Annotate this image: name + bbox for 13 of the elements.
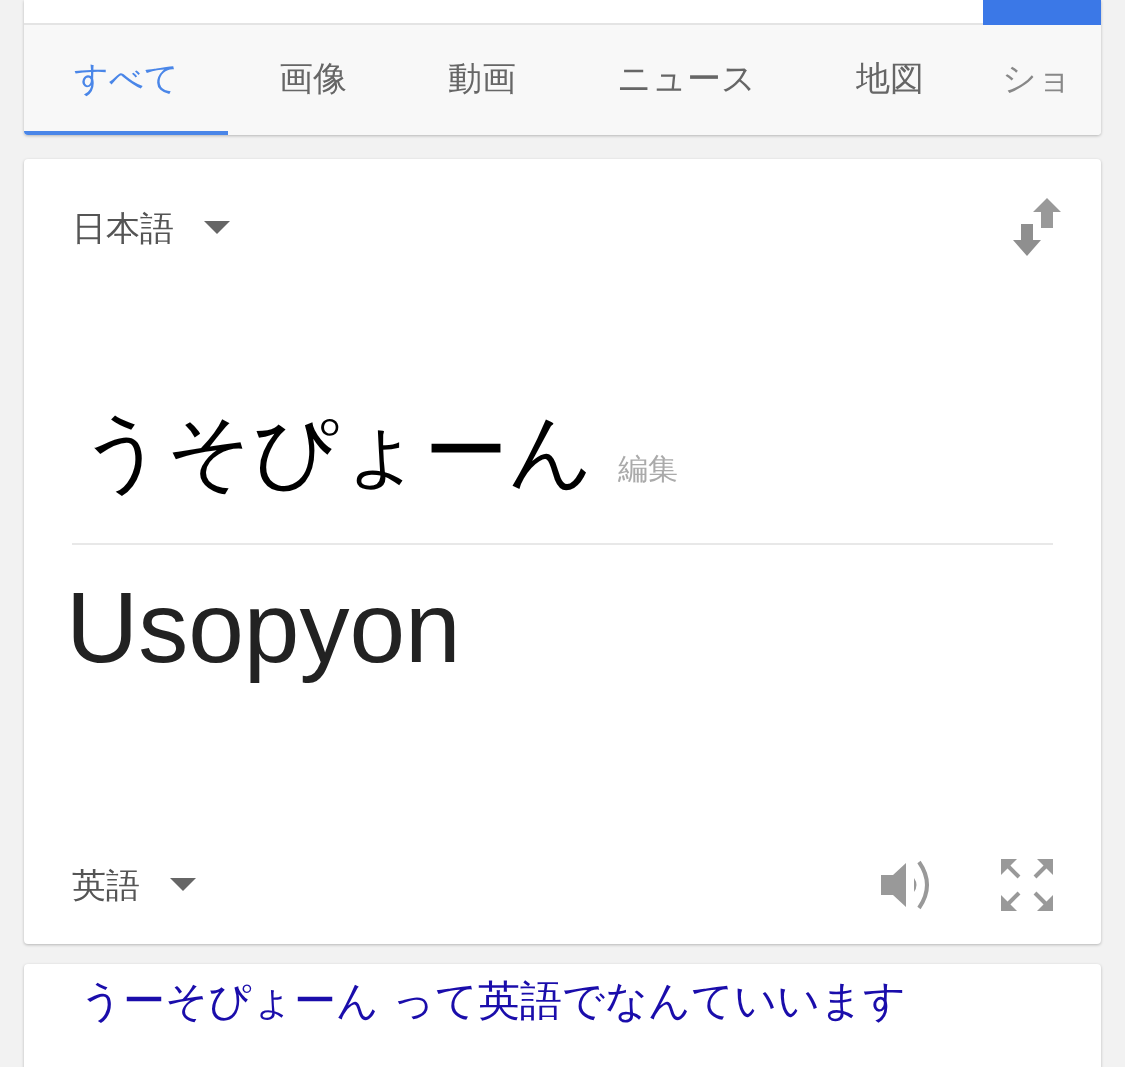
fullscreen-icon[interactable] <box>1001 859 1053 911</box>
tab[interactable]: ニュース <box>566 25 806 135</box>
tab[interactable]: ショ <box>974 25 1100 135</box>
translation-text: Usopyon <box>66 570 461 685</box>
tab[interactable]: 動画 <box>398 25 566 135</box>
tab[interactable]: すべて <box>24 25 228 135</box>
caret-icon <box>204 221 230 235</box>
swap-icon[interactable] <box>1013 198 1061 258</box>
tab[interactable]: 画像 <box>228 25 398 135</box>
target-language-dropdown[interactable]: 英語 <box>72 859 196 911</box>
source-language-dropdown[interactable]: 日本語 <box>72 185 230 271</box>
caret-icon <box>170 878 196 892</box>
tab[interactable]: 地図 <box>806 25 974 135</box>
